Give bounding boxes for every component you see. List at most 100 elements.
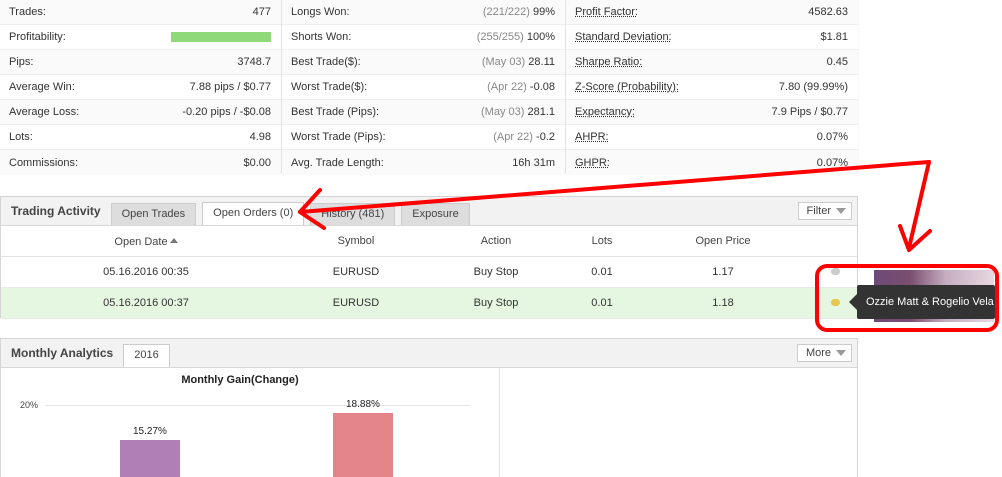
table-row[interactable]: 05.16.2016 00:35 EURUSD Buy Stop 0.01 1.… bbox=[1, 257, 857, 288]
cell-action: Buy Stop bbox=[473, 297, 519, 309]
tab-open-trades[interactable]: Open Trades bbox=[110, 203, 197, 225]
cell-comment bbox=[813, 266, 857, 278]
data-label: 15.27% bbox=[133, 426, 167, 438]
trading-activity-title: Trading Activity bbox=[11, 204, 101, 218]
stat-row: Worst Trade (Pips): (Apr 22) -0.2 bbox=[282, 125, 565, 150]
cell-open-price: 1.17 bbox=[712, 266, 734, 278]
stat-value: 0.07% bbox=[816, 156, 848, 169]
stat-value: (May 03) 28.11 bbox=[482, 56, 555, 68]
stat-label: Best Trade (Pips): bbox=[291, 106, 380, 118]
stat-label: Average Loss: bbox=[9, 106, 80, 118]
column-action[interactable]: Action bbox=[421, 235, 571, 247]
stat-number: 281.1 bbox=[527, 106, 555, 118]
stat-label: Shorts Won: bbox=[291, 31, 352, 43]
column-lots[interactable]: Lots bbox=[571, 235, 633, 247]
comment-icon[interactable] bbox=[830, 299, 840, 306]
stat-label[interactable]: Standard Deviation: bbox=[575, 31, 672, 43]
stat-value: 0.45 bbox=[826, 56, 848, 68]
filter-button[interactable]: Filter bbox=[797, 202, 852, 220]
more-button[interactable]: More bbox=[796, 344, 852, 362]
stat-number: -0.2 bbox=[536, 131, 555, 143]
stat-value: 0.07% bbox=[816, 131, 848, 143]
stat-number: 100% bbox=[526, 31, 555, 43]
stat-row: Z-Score (Probability): 7.80 (99.99%) bbox=[566, 75, 858, 100]
cell-lots: 0.01 bbox=[591, 266, 613, 278]
cell-open-date: 05.16.2016 00:35 bbox=[103, 266, 189, 278]
cell-symbol: EURUSD bbox=[332, 266, 380, 278]
stat-row: Worst Trade($): (Apr 22) -0.08 bbox=[282, 75, 565, 100]
cell-symbol: EURUSD bbox=[332, 297, 380, 309]
stat-number: -0.08 bbox=[529, 81, 555, 93]
stat-label: Pips: bbox=[9, 56, 34, 68]
stat-label: Worst Trade (Pips): bbox=[291, 131, 386, 143]
tab-open-orders[interactable]: Open Orders (0) bbox=[202, 202, 305, 225]
stat-value: 7.88 pips / $0.77 bbox=[189, 81, 271, 93]
cell-lots: 0.01 bbox=[591, 297, 613, 309]
stat-value: $0.00 bbox=[243, 156, 271, 169]
stat-value: 4.98 bbox=[249, 131, 271, 143]
arrow-head-down bbox=[898, 224, 932, 252]
stat-value: (221/222) 99% bbox=[483, 6, 555, 18]
stat-value: $1.81 bbox=[820, 31, 848, 43]
stat-detail: (221/222) bbox=[482, 6, 530, 18]
chart-title: Monthly Gain(Change) bbox=[181, 374, 299, 386]
stat-label: Average Win: bbox=[9, 81, 75, 93]
chart-bar[interactable] bbox=[333, 413, 393, 477]
stat-number: 99% bbox=[532, 6, 555, 18]
stat-value: (May 03) 281.1 bbox=[481, 106, 555, 118]
stat-row: Trades: 477 bbox=[0, 0, 281, 25]
stat-value: 3748.7 bbox=[237, 56, 271, 68]
column-open-date[interactable]: Open Date bbox=[1, 234, 291, 248]
gridline bbox=[45, 405, 470, 406]
tooltip: Ozzie Matt & Rogelio Vela bbox=[849, 285, 995, 319]
column-symbol[interactable]: Symbol bbox=[291, 235, 421, 247]
stat-row: Standard Deviation: $1.81 bbox=[566, 25, 858, 50]
stat-row: AHPR: 0.07% bbox=[566, 125, 858, 150]
stat-label: Best Trade($): bbox=[291, 56, 361, 68]
stat-value: 16h 31m bbox=[512, 156, 555, 169]
stat-row: Profitability: bbox=[0, 25, 281, 50]
data-label: 18.88% bbox=[346, 399, 380, 411]
table-row[interactable]: 05.16.2016 00:37 EURUSD Buy Stop 0.01 1.… bbox=[1, 288, 857, 319]
y-tick-label: 20% bbox=[20, 400, 39, 410]
monthly-analytics-header: Monthly Analytics 2016 More bbox=[1, 339, 857, 368]
comment-icon[interactable] bbox=[830, 268, 840, 275]
stat-label: Profitability: bbox=[9, 31, 66, 43]
arrow-line-down bbox=[907, 160, 931, 250]
stat-label[interactable]: Profit Factor: bbox=[575, 6, 638, 18]
stat-row: Commissions: $0.00 bbox=[0, 150, 281, 175]
column-open-price[interactable]: Open Price bbox=[633, 235, 813, 247]
stat-value: (Apr 22) -0.08 bbox=[487, 81, 555, 93]
stat-label[interactable]: GHPR: bbox=[575, 157, 610, 169]
stat-label: Commissions: bbox=[9, 156, 79, 169]
tab-exposure[interactable]: Exposure bbox=[401, 203, 470, 225]
stat-label[interactable]: Z-Score (Probability): bbox=[575, 81, 679, 93]
monthly-analytics-title: Monthly Analytics bbox=[11, 346, 114, 360]
stat-row: Longs Won: (221/222) 99% bbox=[282, 0, 565, 25]
chart-bar[interactable] bbox=[120, 440, 180, 477]
tab-year-2016[interactable]: 2016 bbox=[123, 344, 170, 367]
orders-table-header: Open Date Symbol Action Lots Open Price bbox=[1, 226, 857, 257]
tab-history[interactable]: History (481) bbox=[310, 203, 396, 225]
stat-detail: (Apr 22) bbox=[493, 131, 533, 143]
trading-activity-header: Trading Activity Open Trades Open Orders… bbox=[1, 197, 857, 226]
cell-open-price: 1.18 bbox=[712, 297, 734, 309]
stat-label[interactable]: AHPR: bbox=[575, 131, 609, 143]
stat-label[interactable]: Expectancy: bbox=[575, 106, 635, 118]
stat-row: Sharpe Ratio: 0.45 bbox=[566, 50, 858, 75]
stat-number: 28.11 bbox=[528, 56, 555, 68]
monthly-gain-chart: Monthly Gain(Change) 20% 15.27% 18.88% bbox=[0, 368, 500, 477]
stat-label[interactable]: Sharpe Ratio: bbox=[575, 56, 642, 68]
stat-label: Longs Won: bbox=[291, 6, 350, 18]
stat-value: 477 bbox=[252, 6, 271, 18]
statistics-panel: Trades: 477 Profitability: Pips: 3748.7 Av… bbox=[0, 0, 858, 175]
stat-row: Avg. Trade Length: 16h 31m bbox=[282, 150, 565, 175]
stats-column-1: Trades: 477 Profitability: Pips: 3748.7 Av… bbox=[0, 0, 282, 175]
cell-action: Buy Stop bbox=[473, 266, 519, 278]
stats-column-2: Longs Won: (221/222) 99% Shorts Won: (255/… bbox=[282, 0, 566, 175]
stat-row: Average Loss: -0.20 pips / -$0.08 bbox=[0, 100, 281, 125]
stat-row: Shorts Won: (255/255) 100% bbox=[282, 25, 565, 50]
stat-value: 7.9 Pips / $0.77 bbox=[771, 106, 848, 118]
stat-detail: (255/255) bbox=[476, 31, 524, 43]
trading-activity-panel: Trading Activity Open Trades Open Orders… bbox=[0, 196, 858, 319]
